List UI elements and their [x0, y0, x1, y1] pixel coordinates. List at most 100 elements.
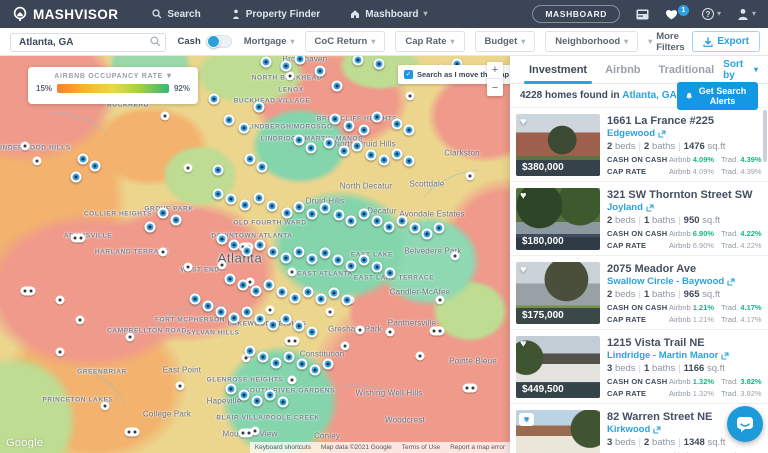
property-marker[interactable] — [359, 255, 370, 266]
nav-item-mashboard[interactable]: Mashboard ▾ — [350, 9, 427, 20]
property-marker[interactable] — [209, 94, 220, 105]
secondary-marker[interactable] — [341, 342, 350, 351]
sort-by-dropdown[interactable]: Sort by▾ — [723, 56, 758, 83]
property-marker[interactable] — [320, 248, 331, 259]
secondary-marker[interactable] — [184, 164, 193, 173]
neighborhood-link[interactable]: Lindridge - Martin Manor — [607, 350, 760, 361]
property-marker[interactable] — [255, 240, 266, 251]
property-marker[interactable] — [245, 154, 256, 165]
property-marker[interactable] — [372, 216, 383, 227]
cluster-marker[interactable] — [21, 287, 36, 296]
secondary-marker[interactable] — [21, 142, 30, 151]
property-marker[interactable] — [229, 313, 240, 324]
property-marker[interactable] — [372, 262, 383, 273]
listing-card[interactable]: ♥ $449,500 1215 Vista Trail NE Lindridge… — [510, 330, 768, 404]
property-marker[interactable] — [257, 162, 268, 173]
property-marker[interactable] — [226, 384, 237, 395]
property-marker[interactable] — [264, 280, 275, 291]
nav-item-search[interactable]: Search — [152, 9, 200, 20]
attribution-terms[interactable]: Terms of Use — [397, 442, 445, 453]
property-marker[interactable] — [379, 155, 390, 166]
filter-budget[interactable]: Budget▾ — [475, 31, 536, 52]
property-marker[interactable] — [226, 194, 237, 205]
property-marker[interactable] — [374, 59, 385, 70]
mashboard-button[interactable]: MASHBOARD — [532, 5, 620, 23]
property-marker[interactable] — [404, 156, 415, 167]
listing-card[interactable]: ♥ $180,000 321 SW Thornton Street SW Joy… — [510, 182, 768, 256]
property-marker[interactable] — [238, 280, 249, 291]
property-marker[interactable] — [242, 307, 253, 318]
filter-coc-return[interactable]: CoC Return▾ — [305, 31, 386, 52]
results-city-link[interactable]: Atlanta, GA — [622, 90, 676, 101]
property-marker[interactable] — [281, 314, 292, 325]
favorite-heart-icon[interactable]: ♥ — [519, 413, 534, 426]
get-search-alerts-button[interactable]: Get Search Alerts — [677, 82, 758, 110]
property-marker[interactable] — [303, 287, 314, 298]
secondary-marker[interactable] — [416, 352, 425, 361]
property-marker[interactable] — [323, 359, 334, 370]
property-marker[interactable] — [332, 81, 343, 92]
property-marker[interactable] — [251, 286, 262, 297]
tab-traditional[interactable]: Traditional — [650, 56, 724, 83]
secondary-marker[interactable] — [56, 348, 65, 357]
brand-logo[interactable]: MASHVISOR — [12, 6, 118, 22]
property-marker[interactable] — [268, 247, 279, 258]
property-marker[interactable] — [171, 215, 182, 226]
property-marker[interactable] — [242, 246, 253, 257]
property-marker[interactable] — [333, 255, 344, 266]
filter-cap-rate[interactable]: Cap Rate▾ — [395, 31, 464, 52]
zoom-in-button[interactable]: + — [487, 62, 503, 79]
property-marker[interactable] — [366, 150, 377, 161]
filter-mortgage[interactable]: Mortgage▾ — [244, 36, 295, 47]
panel-scrollbar[interactable] — [763, 110, 767, 162]
property-marker[interactable] — [310, 365, 321, 376]
property-marker[interactable] — [71, 172, 82, 183]
property-marker[interactable] — [434, 223, 445, 234]
property-marker[interactable] — [216, 307, 227, 318]
property-marker[interactable] — [330, 114, 341, 125]
property-marker[interactable] — [158, 208, 169, 219]
help-menu-button[interactable]: ? ▾ — [702, 8, 721, 20]
neighborhood-link[interactable]: Joyland — [607, 202, 760, 213]
property-marker[interactable] — [203, 301, 214, 312]
property-marker[interactable] — [145, 222, 156, 233]
property-marker[interactable] — [306, 143, 317, 154]
secondary-marker[interactable] — [56, 296, 65, 305]
property-marker[interactable] — [239, 390, 250, 401]
property-marker[interactable] — [297, 359, 308, 370]
property-marker[interactable] — [294, 135, 305, 146]
map[interactable]: AIRBNB OCCUPANCY RATE ▾ 15% 92% ✓ Search… — [0, 56, 510, 453]
property-marker[interactable] — [410, 223, 421, 234]
secondary-marker[interactable] — [451, 252, 460, 261]
property-marker[interactable] — [271, 358, 282, 369]
property-marker[interactable] — [329, 288, 340, 299]
property-marker[interactable] — [353, 56, 364, 66]
cluster-marker[interactable] — [285, 337, 300, 346]
secondary-marker[interactable] — [288, 376, 297, 385]
property-marker[interactable] — [258, 352, 269, 363]
property-marker[interactable] — [261, 57, 272, 68]
listing-card[interactable]: ♥ $175,000 2075 Meador Ave Swallow Circl… — [510, 256, 768, 330]
secondary-marker[interactable] — [184, 263, 193, 272]
property-marker[interactable] — [352, 141, 363, 152]
property-marker[interactable] — [344, 121, 355, 132]
search-icon[interactable] — [150, 36, 161, 47]
cash-toggle[interactable] — [206, 35, 232, 48]
location-input[interactable] — [10, 33, 166, 52]
property-marker[interactable] — [346, 261, 357, 272]
tab-investment[interactable]: Investment — [520, 56, 596, 83]
export-button[interactable]: Export — [692, 31, 760, 52]
property-marker[interactable] — [295, 56, 306, 65]
property-marker[interactable] — [239, 123, 250, 134]
secondary-marker[interactable] — [266, 306, 275, 315]
cluster-marker[interactable] — [71, 234, 86, 243]
listings-panel-button[interactable] — [636, 9, 649, 20]
secondary-marker[interactable] — [161, 112, 170, 121]
property-marker[interactable] — [422, 229, 433, 240]
property-marker[interactable] — [267, 201, 278, 212]
property-marker[interactable] — [254, 102, 265, 113]
listing-card[interactable]: ♥ $380,000 1661 La France #225 Edgewood … — [510, 108, 768, 182]
secondary-marker[interactable] — [126, 333, 135, 342]
property-marker[interactable] — [320, 203, 331, 214]
attribution-keyboard-shortcuts[interactable]: Keyboard shortcuts — [250, 442, 316, 453]
